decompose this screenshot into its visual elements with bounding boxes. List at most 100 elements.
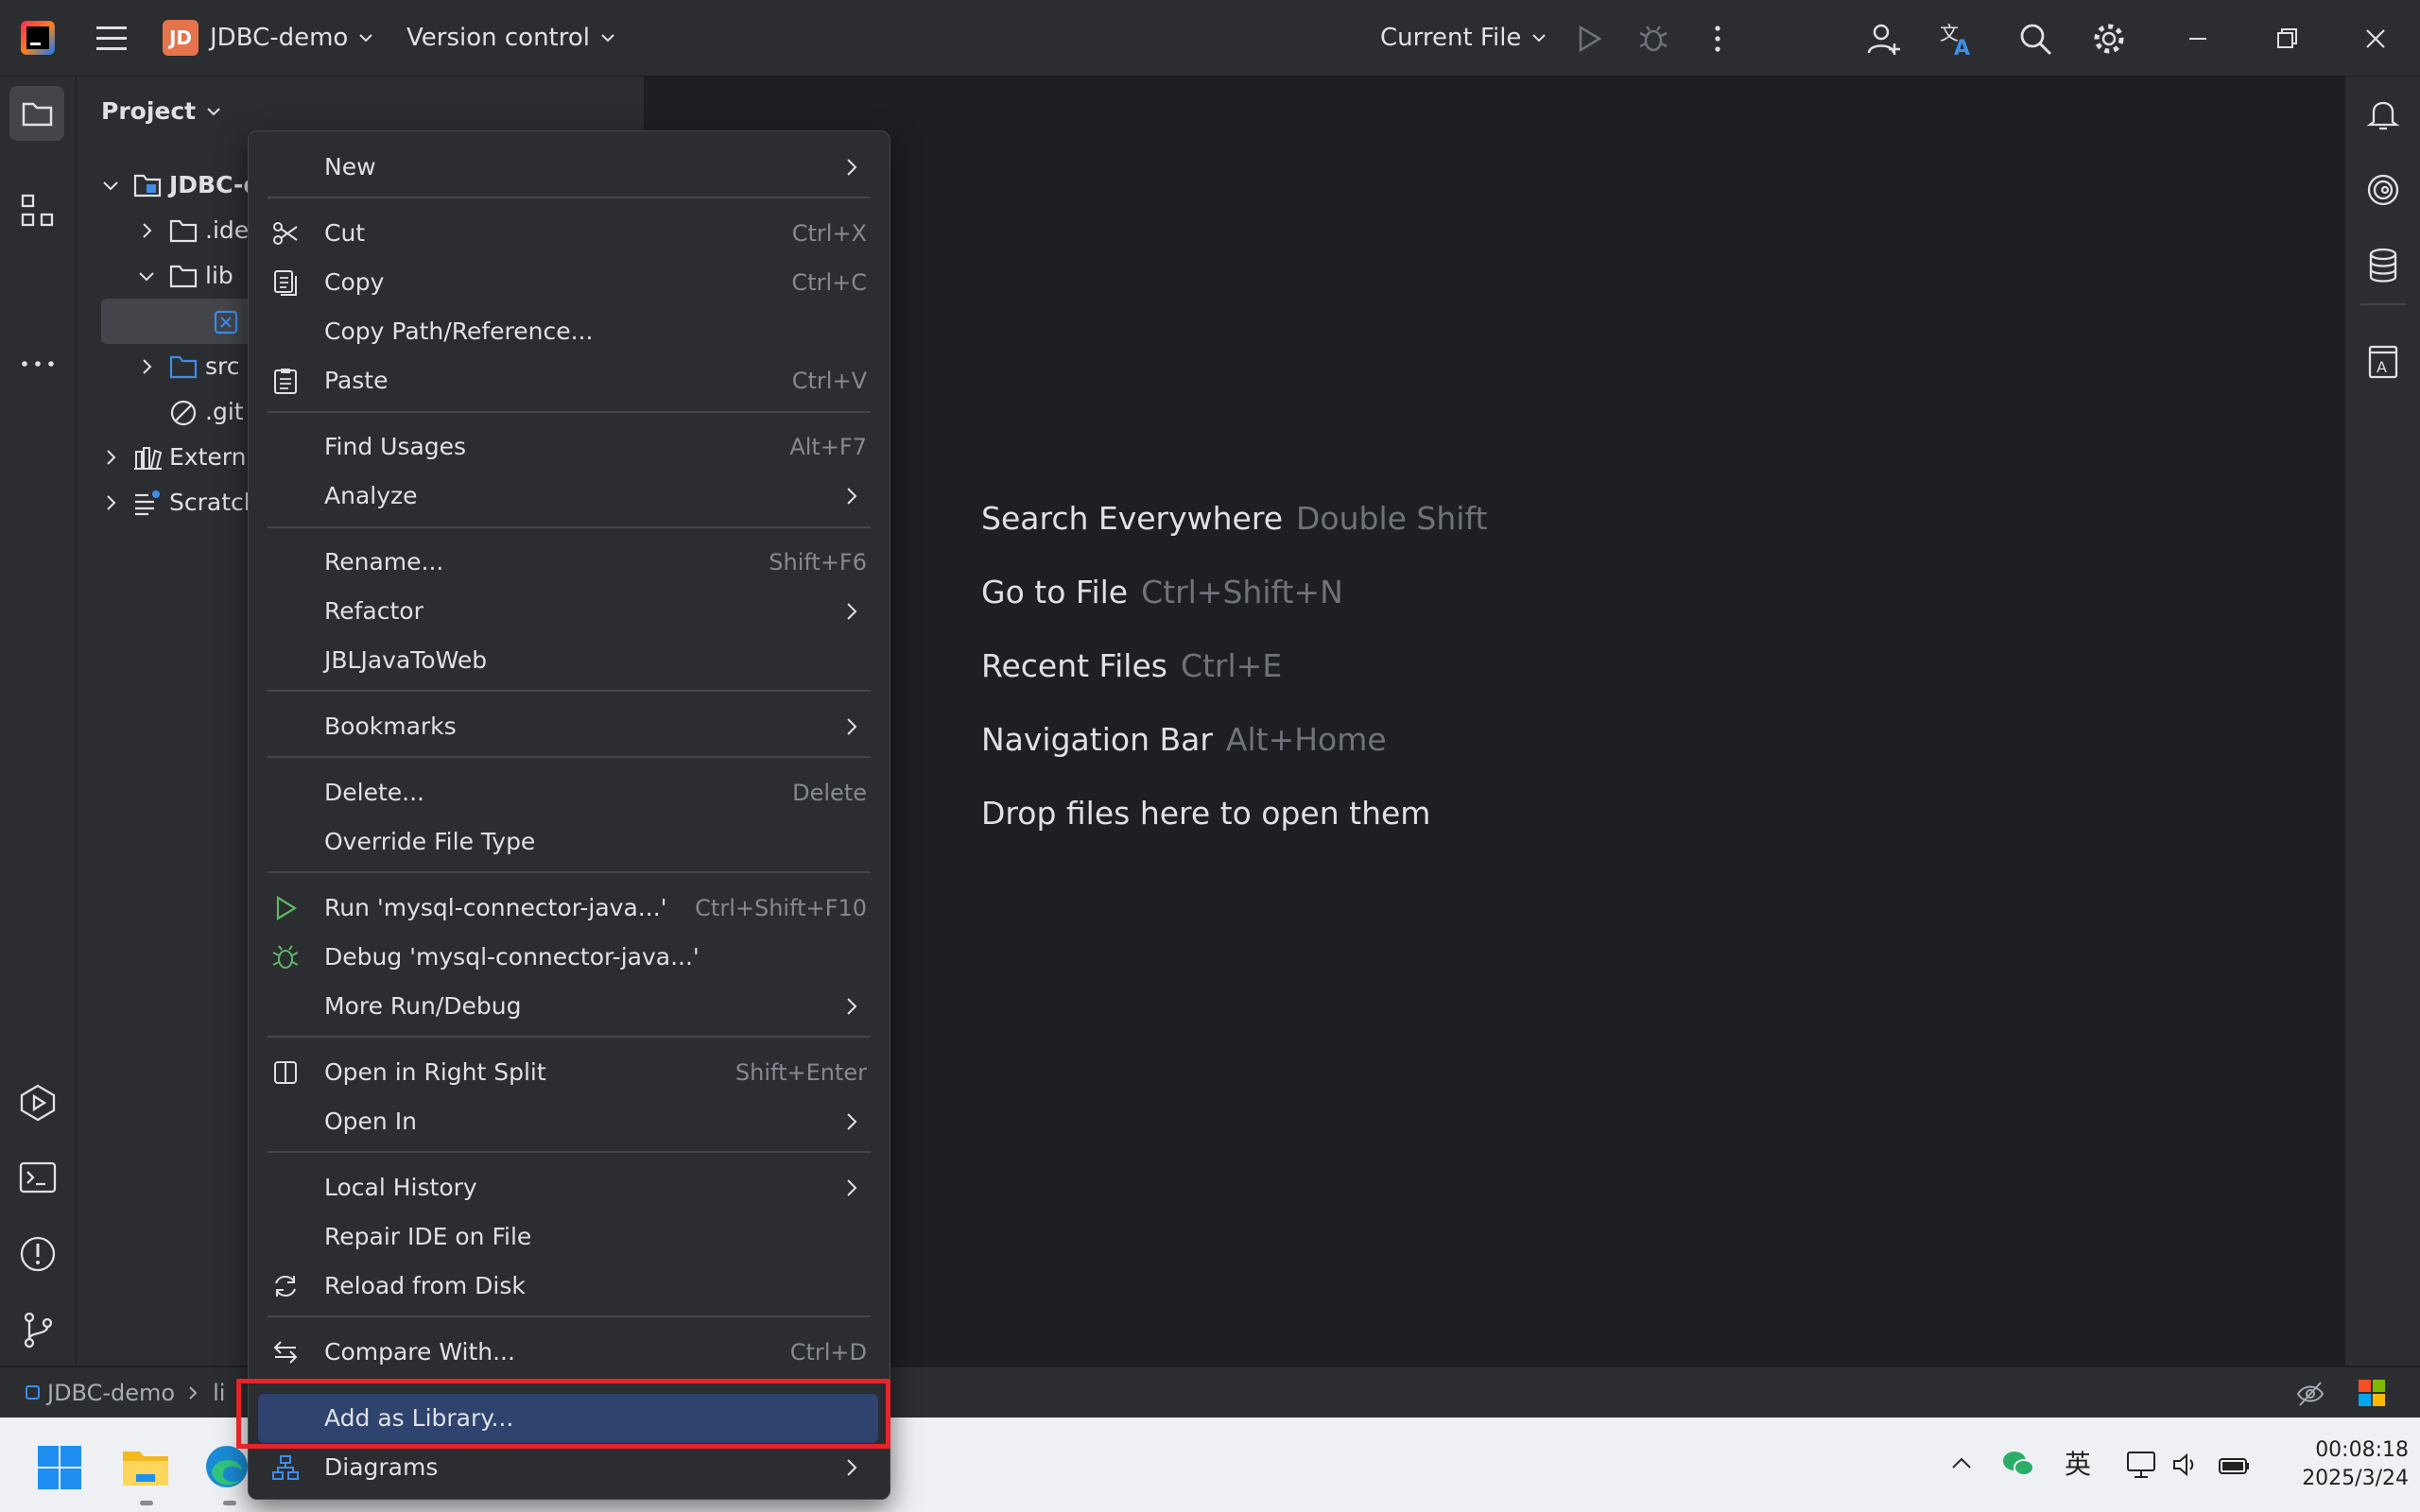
terminal-icon[interactable]: [17, 1158, 59, 1199]
structure-icon[interactable]: [19, 192, 57, 230]
menu-item-reload-from-disk[interactable]: Reload from Disk: [258, 1262, 878, 1311]
clock-time: 00:08:18: [2315, 1438, 2409, 1462]
menu-item-run[interactable]: Run 'mysql-connector-java...' Ctrl+Shift…: [258, 884, 878, 933]
more-tool-windows-icon[interactable]: [19, 345, 57, 383]
menu-item-delete[interactable]: Delete... Delete: [258, 768, 878, 817]
tree-label: src: [205, 352, 240, 380]
debug-icon[interactable]: [1637, 23, 1669, 55]
clock-date: 2025/3/24: [2302, 1467, 2409, 1490]
menu-item-compare-with[interactable]: Compare With... Ctrl+D: [258, 1328, 878, 1377]
project-view-selector[interactable]: Project: [101, 97, 224, 125]
debug-icon: [272, 945, 299, 969]
chevron-right-icon: [143, 359, 152, 374]
source-folder-icon: [169, 355, 198, 379]
edge-browser-icon[interactable]: [204, 1444, 250, 1489]
menu-item-cut[interactable]: Cut Ctrl+X: [258, 209, 878, 258]
windows-start-icon[interactable]: [38, 1446, 81, 1489]
split-icon: [274, 1061, 297, 1084]
run-icon[interactable]: [1573, 23, 1605, 55]
main-menu-icon[interactable]: [93, 23, 130, 53]
more-actions-icon[interactable]: [1702, 23, 1734, 55]
database-icon[interactable]: [2364, 247, 2402, 284]
ai-assistant-icon[interactable]: [2364, 171, 2402, 209]
menu-item-bookmarks[interactable]: Bookmarks: [258, 702, 878, 751]
code-with-me-icon[interactable]: [1866, 21, 1902, 57]
problems-icon[interactable]: [17, 1233, 59, 1275]
clipboard-icon: [274, 369, 297, 394]
documentation-icon[interactable]: A: [2364, 343, 2402, 381]
menu-item-paste[interactable]: Paste Ctrl+V: [258, 356, 878, 405]
chevron-right-icon: [107, 450, 116, 465]
menu-item-jbljavatoweb[interactable]: JBLJavaToWeb: [258, 636, 878, 685]
volume-icon[interactable]: [2170, 1450, 2201, 1480]
chevron-down-icon: [207, 107, 220, 115]
menu-item-new[interactable]: New: [258, 143, 878, 192]
menu-item-debug[interactable]: Debug 'mysql-connector-java...': [258, 933, 878, 982]
system-clock[interactable]: 00:08:18 2025/3/24: [2276, 1436, 2409, 1493]
running-indicator: [223, 1501, 236, 1505]
menu-item-open-in[interactable]: Open In: [258, 1097, 878, 1146]
menu-item-diagrams[interactable]: Diagrams: [258, 1443, 878, 1492]
notifications-bell-icon[interactable]: [2364, 95, 2402, 133]
jar-file-icon: [214, 310, 238, 335]
hint-recent-files: Recent Files Ctrl+E: [981, 647, 1283, 684]
menu-separator: [268, 197, 871, 198]
chevron-right-icon: [189, 1386, 198, 1400]
module-icon: [26, 1385, 40, 1400]
menu-item-repair-ide[interactable]: Repair IDE on File: [258, 1212, 878, 1262]
wechat-icon[interactable]: [2002, 1450, 2034, 1478]
input-method-indicator[interactable]: 英: [2065, 1444, 2091, 1482]
battery-icon[interactable]: [2218, 1450, 2252, 1480]
chevron-right-icon: [847, 1113, 857, 1130]
menu-item-override-file-type[interactable]: Override File Type: [258, 817, 878, 867]
left-tool-window-bar: [0, 77, 77, 1366]
menu-item-local-history[interactable]: Local History: [258, 1163, 878, 1212]
menu-item-analyze[interactable]: Analyze: [258, 472, 878, 521]
menu-separator: [268, 1151, 871, 1153]
power-save-icon[interactable]: [2295, 1379, 2325, 1409]
reload-icon: [275, 1276, 296, 1297]
breadcrumb-project[interactable]: JDBC-demo: [47, 1380, 175, 1406]
run-config-label: Current File: [1380, 24, 1522, 52]
network-icon[interactable]: [2125, 1450, 2157, 1480]
menu-separator: [268, 526, 871, 528]
breadcrumb-lib[interactable]: li: [213, 1380, 225, 1406]
search-icon[interactable]: [2017, 21, 2053, 57]
menu-item-open-right-split[interactable]: Open in Right Split Shift+Enter: [258, 1048, 878, 1097]
menu-item-rename[interactable]: Rename... Shift+F6: [258, 538, 878, 587]
chevron-right-icon: [143, 223, 152, 238]
menu-separator: [268, 411, 871, 413]
translate-icon[interactable]: 文A: [1938, 21, 1976, 57]
version-control-menu[interactable]: Version control: [406, 19, 618, 57]
intellij-logo-icon: [21, 21, 55, 55]
running-indicator: [140, 1501, 153, 1505]
menu-item-copy-path[interactable]: Copy Path/Reference...: [258, 307, 878, 356]
hint-drop-files: Drop files here to open them: [981, 795, 1431, 832]
scissors-icon: [273, 222, 298, 245]
git-icon[interactable]: [17, 1309, 59, 1350]
chevron-down-icon: [139, 272, 154, 282]
chevron-down-icon: [103, 181, 118, 191]
menu-item-more-run-debug[interactable]: More Run/Debug: [258, 982, 878, 1031]
diagram-icon: [272, 1455, 299, 1480]
restore-window-icon[interactable]: [2271, 23, 2303, 55]
file-explorer-icon[interactable]: [121, 1444, 170, 1489]
project-switcher[interactable]: JD JDBC-demo: [163, 19, 376, 57]
plugin-grid-icon[interactable]: [2358, 1379, 2386, 1407]
services-icon[interactable]: [17, 1082, 59, 1124]
settings-gear-icon[interactable]: [2091, 21, 2127, 57]
menu-item-refactor[interactable]: Refactor: [258, 587, 878, 636]
close-icon[interactable]: [2360, 23, 2392, 55]
chevron-right-icon: [847, 1179, 857, 1196]
folder-icon: [22, 102, 53, 127]
menu-item-copy[interactable]: Copy Ctrl+C: [258, 258, 878, 307]
show-hidden-icons-chevron-icon[interactable]: [1947, 1450, 1976, 1478]
project-tool-button[interactable]: [9, 86, 64, 141]
ignored-file-icon: [170, 400, 197, 426]
menu-item-find-usages[interactable]: Find Usages Alt+F7: [258, 422, 878, 472]
run-configuration-selector[interactable]: Current File: [1380, 19, 1549, 57]
tree-label: .ide: [205, 216, 250, 244]
minimize-icon[interactable]: [2182, 23, 2214, 55]
chevron-right-icon: [107, 495, 116, 510]
title-bar: JD JDBC-demo Version control Current Fil…: [0, 0, 2420, 77]
